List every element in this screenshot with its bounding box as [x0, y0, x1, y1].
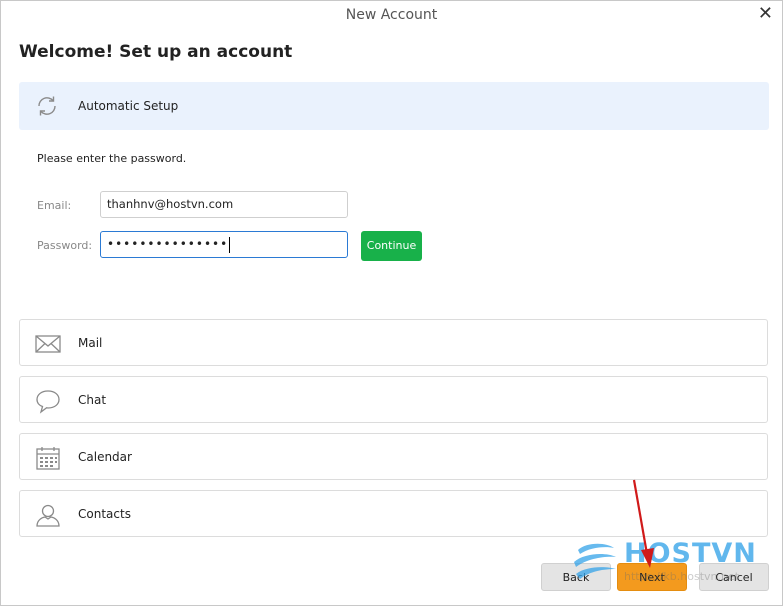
password-prompt: Please enter the password.: [37, 152, 187, 165]
service-label: Contacts: [78, 507, 131, 521]
automatic-setup-panel[interactable]: Automatic Setup: [19, 82, 769, 130]
contacts-icon: [36, 504, 60, 527]
close-icon[interactable]: ✕: [758, 4, 773, 24]
service-calendar[interactable]: Calendar: [19, 433, 768, 480]
next-button[interactable]: Next: [617, 563, 687, 591]
page-title: Welcome! Set up an account: [19, 42, 293, 62]
back-button[interactable]: Back: [541, 563, 611, 591]
automatic-setup-label: Automatic Setup: [78, 99, 179, 113]
service-label: Chat: [78, 393, 107, 407]
chat-icon: [36, 390, 60, 414]
service-label: Mail: [78, 336, 103, 350]
mail-icon: [35, 335, 61, 353]
text-caret: [229, 236, 231, 253]
password-field[interactable]: •••••••••••••••: [100, 231, 348, 258]
email-field[interactable]: thanhnv@hostvn.com: [100, 191, 348, 218]
email-label: Email:: [37, 199, 72, 212]
cancel-button[interactable]: Cancel: [699, 563, 769, 591]
title-bar: New Account ✕: [0, 0, 783, 32]
continue-button[interactable]: Continue: [361, 231, 422, 261]
service-label: Calendar: [78, 450, 132, 464]
refresh-icon: [38, 96, 56, 116]
password-label: Password:: [37, 239, 93, 252]
password-value: •••••••••••••••: [107, 237, 229, 251]
service-contacts[interactable]: Contacts: [19, 490, 768, 537]
service-mail[interactable]: Mail: [19, 319, 768, 366]
service-chat[interactable]: Chat: [19, 376, 768, 423]
window-title: New Account: [345, 7, 438, 23]
calendar-icon: [36, 447, 60, 470]
